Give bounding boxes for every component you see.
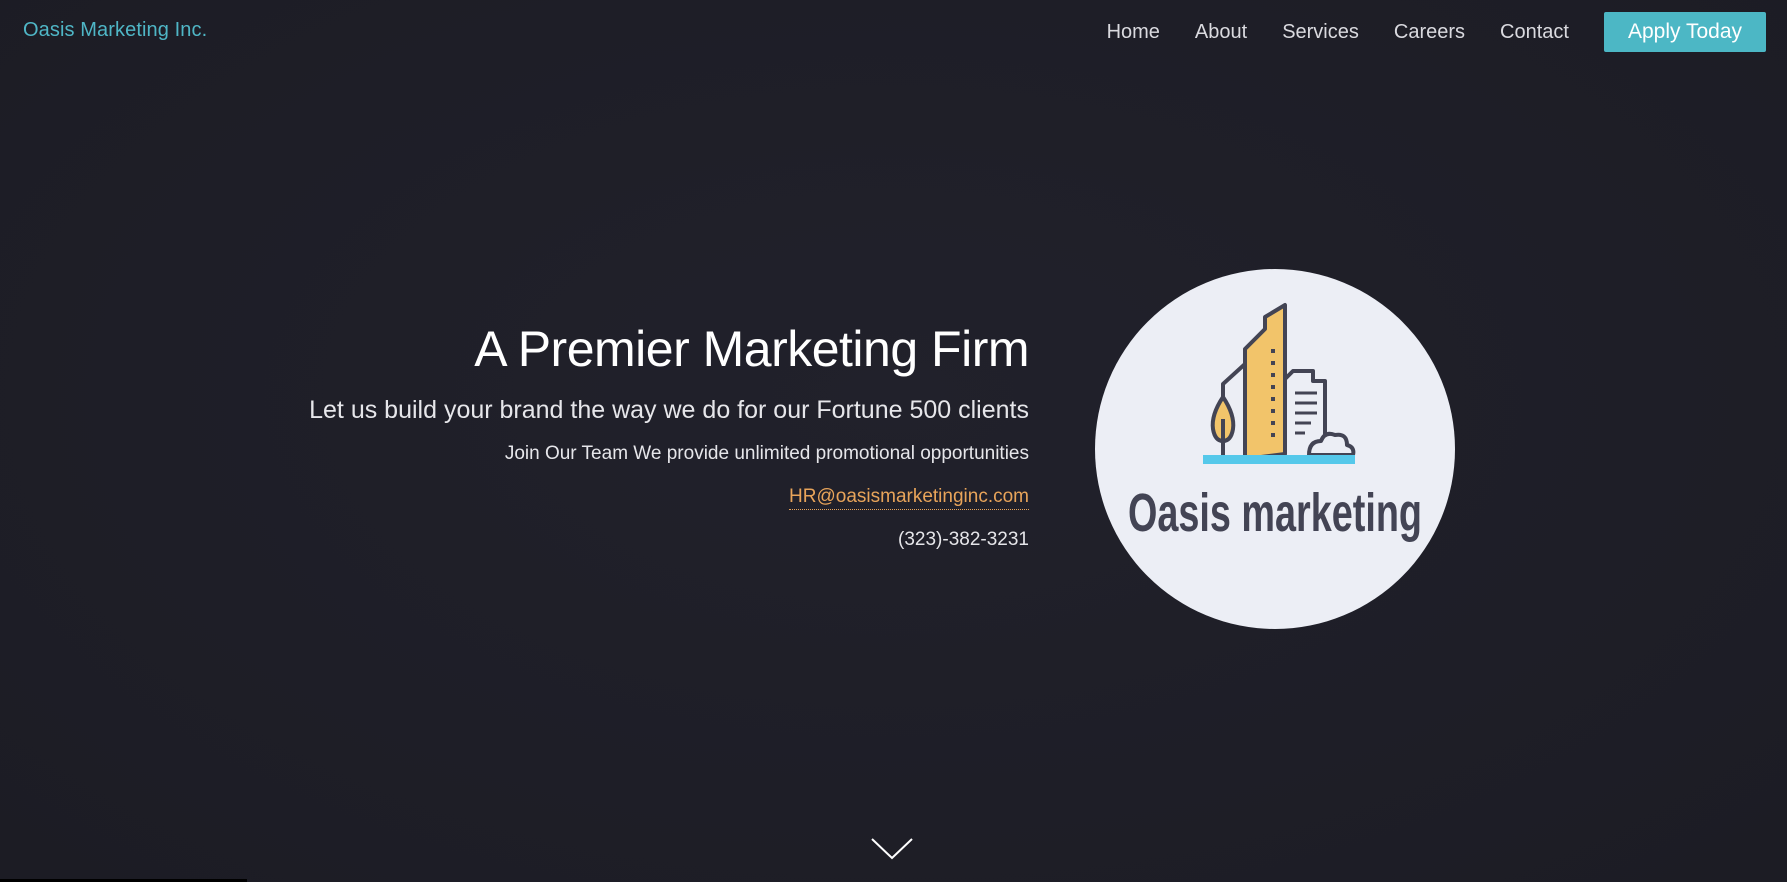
nav-services[interactable]: Services [1282,21,1359,44]
hero-phone: (323)-382-3231 [898,529,1029,550]
apply-today-button[interactable]: Apply Today [1603,12,1766,52]
logo-wordmark: Oasis marketing [1128,483,1422,543]
page: Oasis Marketing Inc. Home About Services… [0,0,1787,882]
hero-text: A Premier Marketing Firm Let us build yo… [309,318,1029,552]
brand-link[interactable]: Oasis Marketing Inc. [23,19,207,42]
main-nav: Home About Services Careers Contact Appl… [1107,12,1787,52]
nav-careers[interactable]: Careers [1394,21,1465,44]
hero-title: A Premier Marketing Firm [474,321,1029,377]
hr-email-link[interactable]: HR@oasismarketinginc.com [789,485,1029,510]
city-buildings-tree-icon: Oasis marketing [1128,303,1422,543]
nav-about[interactable]: About [1195,21,1247,44]
hero-subtitle: Let us build your brand the way we do fo… [309,396,1029,424]
scroll-down-button[interactable] [870,836,914,862]
company-logo: Oasis marketing [1095,269,1455,629]
chevron-down-icon [871,838,913,860]
hero-tagline: Join Our Team We provide unlimited promo… [504,443,1029,464]
nav-contact[interactable]: Contact [1500,21,1569,44]
nav-home[interactable]: Home [1107,21,1160,44]
